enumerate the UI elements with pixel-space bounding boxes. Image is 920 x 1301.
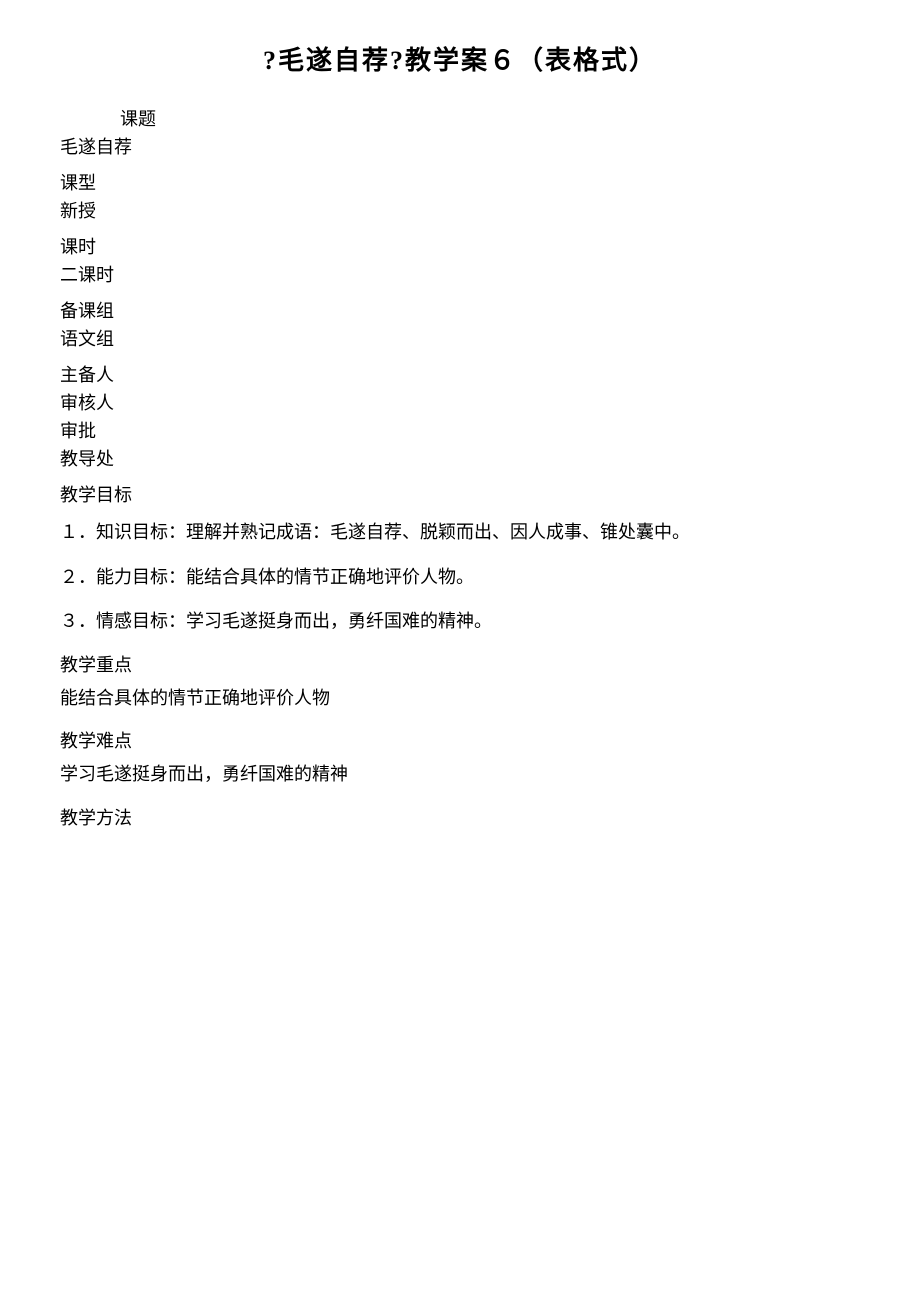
page-title: ?毛遂自荐?教学案６（表格式） bbox=[60, 40, 860, 77]
field-zhu-bei-ren-label: 主备人 bbox=[60, 361, 860, 387]
field-bei-ke-zu-value: 语文组 bbox=[60, 325, 860, 351]
field-ke-ti-label: 课题 bbox=[60, 105, 860, 131]
field-shen-he-ren-label: 审核人 bbox=[60, 389, 860, 415]
teaching-goal-3: ３．情感目标：学习毛遂挺身而出，勇纤国难的精神。 bbox=[60, 606, 860, 637]
field-jiao-dao-chu-label: 教导处 bbox=[60, 445, 860, 471]
field-ke-ti-value: 毛遂自荐 bbox=[60, 133, 860, 159]
field-ke-xing-label: 课型 bbox=[60, 169, 860, 195]
method-label: 教学方法 bbox=[60, 804, 860, 830]
teaching-goal-1: １．知识目标：理解并熟记成语：毛遂自荐、脱颖而出、因人成事、锥处囊中。 bbox=[60, 517, 860, 548]
key-points-value: 能结合具体的情节正确地评价人物 bbox=[60, 683, 860, 714]
field-ke-shi-label: 课时 bbox=[60, 233, 860, 259]
field-ke-shi-value: 二课时 bbox=[60, 261, 860, 287]
difficulty-value: 学习毛遂挺身而出，勇纤国难的精神 bbox=[60, 759, 860, 790]
field-ke-xing-value: 新授 bbox=[60, 197, 860, 223]
key-points-label: 教学重点 bbox=[60, 651, 860, 677]
field-bei-ke-zu-label: 备课组 bbox=[60, 297, 860, 323]
teaching-goal-2: ２．能力目标：能结合具体的情节正确地评价人物。 bbox=[60, 562, 860, 593]
difficulty-label: 教学难点 bbox=[60, 727, 860, 753]
teaching-goals-label: 教学目标 bbox=[60, 481, 860, 507]
field-shen-pi-label: 审批 bbox=[60, 417, 860, 443]
